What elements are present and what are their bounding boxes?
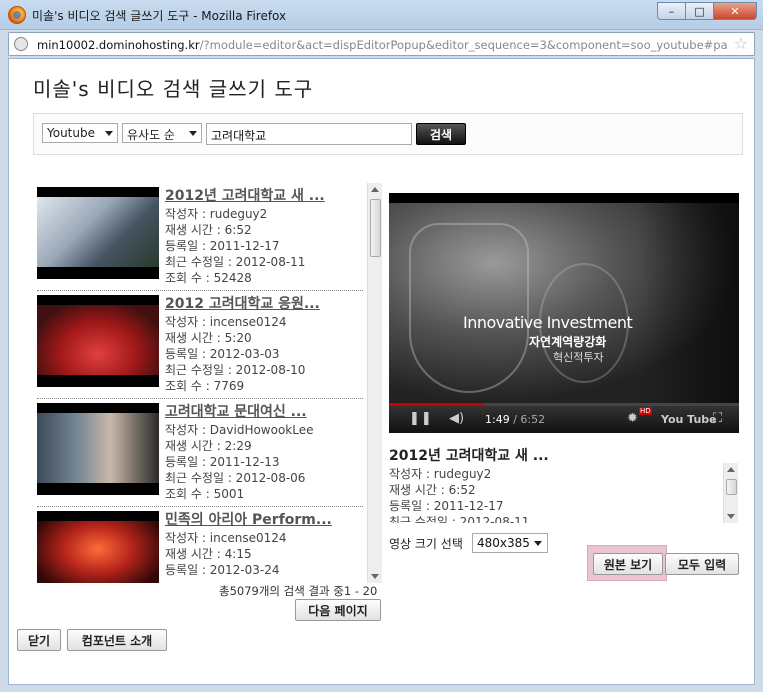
size-label: 영상 크기 선택 xyxy=(389,537,463,551)
result-item[interactable]: 고려대학교 문대여신 ... 작성자 : DavidHowookLee 재생 시… xyxy=(37,399,363,507)
results-list: 2012년 고려대학교 새 ... 작성자 : rudeguy2 재생 시간 :… xyxy=(33,183,375,583)
result-author: 작성자 : incense0124 xyxy=(165,315,287,329)
search-bar: Youtube 유사도 순 고려대학교 검색 xyxy=(33,113,743,155)
scroll-down-icon[interactable] xyxy=(727,514,735,519)
insert-all-button[interactable]: 모두 입력 xyxy=(665,553,739,575)
result-thumbnail[interactable] xyxy=(37,511,159,583)
minimize-button[interactable]: – xyxy=(657,2,685,20)
chevron-down-icon xyxy=(534,541,542,546)
video-overlay-line1: Innovative Investment xyxy=(463,313,633,332)
chevron-down-icon xyxy=(105,131,113,136)
globe-icon xyxy=(14,37,28,51)
address-text[interactable]: min10002.dominohosting.kr/?module=editor… xyxy=(37,38,727,52)
volume-icon[interactable]: ◀) xyxy=(449,411,464,426)
result-item[interactable]: 2012 고려대학교 응원... 작성자 : incense0124 재생 시간… xyxy=(37,291,363,399)
address-path: /?module=editor&act=dispEditorPopup&edit… xyxy=(199,38,727,52)
video-time-current: 1:49 xyxy=(485,413,510,426)
result-duration: 재생 시간 : 2:29 xyxy=(165,439,252,453)
preview-duration: 재생 시간 : 6:52 xyxy=(389,483,476,497)
result-item[interactable]: 2012년 고려대학교 새 ... 작성자 : rudeguy2 재생 시간 :… xyxy=(37,183,363,291)
close-window-button[interactable]: ✕ xyxy=(713,2,757,20)
result-uploaded: 등록일 : 2012-03-24 xyxy=(165,563,280,577)
result-title[interactable]: 2012 고려대학교 응원... xyxy=(165,293,320,313)
video-controls: ❚❚ ◀) 1:49 / 6:52 ✹ HD You Tube ⛶ xyxy=(389,406,739,433)
view-original-button[interactable]: 원본 보기 xyxy=(593,553,663,575)
results-scroll-thumb[interactable] xyxy=(370,199,381,257)
result-views: 조회 수 : 5001 xyxy=(165,487,245,501)
close-button[interactable]: 닫기 xyxy=(17,629,61,651)
result-author: 작성자 : incense0124 xyxy=(165,531,287,545)
hd-badge: HD xyxy=(639,407,652,415)
result-author: 작성자 : DavidHowookLee xyxy=(165,423,314,437)
address-bar[interactable]: min10002.dominohosting.kr/?module=editor… xyxy=(8,32,755,56)
gear-icon[interactable]: ✹ xyxy=(627,411,638,426)
preview-info: 2012년 고려대학교 새 ... 작성자 : rudeguy2 재생 시간 :… xyxy=(389,445,739,523)
page-title: 미솔's 비디오 검색 글쓰기 도구 xyxy=(33,77,314,101)
source-select-value: Youtube xyxy=(47,126,95,140)
pause-icon[interactable]: ❚❚ xyxy=(409,411,433,426)
preview-scroll-thumb[interactable] xyxy=(726,479,737,495)
window-titlebar: 미솔's 비디오 검색 글쓰기 도구 - Mozilla Firefox – □… xyxy=(0,0,763,30)
search-input[interactable]: 고려대학교 xyxy=(206,123,412,145)
window-controls: – □ ✕ xyxy=(657,2,757,20)
result-modified: 최근 수정일 : 2012-08-11 xyxy=(165,255,306,269)
preview-uploaded: 등록일 : 2011-12-17 xyxy=(389,499,504,513)
next-page-button[interactable]: 다음 페이지 xyxy=(295,599,381,621)
search-button[interactable]: 검색 xyxy=(416,123,466,145)
result-thumbnail[interactable] xyxy=(37,403,159,495)
preview-scrollbar[interactable] xyxy=(723,463,738,523)
address-domain: min10002.dominohosting.kr xyxy=(37,38,200,52)
source-select[interactable]: Youtube xyxy=(42,123,118,143)
video-overlay-line3: 혁신적투자 xyxy=(553,351,604,364)
preview-modified: 최근 수정일 : 2012-08-11 xyxy=(389,515,530,523)
video-time-total: / 6:52 xyxy=(509,413,546,426)
video-overlay-line2: 자연계역량강화 xyxy=(529,335,607,349)
sort-select-value: 유사도 순 xyxy=(127,128,175,142)
result-thumbnail[interactable] xyxy=(37,295,159,387)
preview-title: 2012년 고려대학교 새 ... xyxy=(389,448,549,464)
firefox-logo-icon xyxy=(8,6,26,24)
result-modified: 최근 수정일 : 2012-08-06 xyxy=(165,471,306,485)
result-modified: 최근 수정일 : 2012-08-10 xyxy=(165,363,306,377)
sort-select[interactable]: 유사도 순 xyxy=(122,123,202,143)
video-frame[interactable]: Innovative Investment 자연계역량강화 혁신적투자 xyxy=(389,203,739,403)
preview-author: 작성자 : rudeguy2 xyxy=(389,467,492,481)
video-player[interactable]: Innovative Investment 자연계역량강화 혁신적투자 ❚❚ ◀… xyxy=(389,193,739,433)
result-title[interactable]: 2012년 고려대학교 새 ... xyxy=(165,185,325,205)
scroll-up-icon[interactable] xyxy=(371,187,379,192)
video-time: 1:49 / 6:52 xyxy=(485,413,545,426)
result-count: 총5079개의 검색 결과 중1 - 20 xyxy=(219,584,378,598)
chevron-down-icon xyxy=(189,131,197,136)
maximize-button[interactable]: □ xyxy=(685,2,713,20)
result-duration: 재생 시간 : 6:52 xyxy=(165,223,252,237)
result-item[interactable]: 민족의 아리아 Perform... 작성자 : incense0124 재생 … xyxy=(37,507,363,583)
youtube-logo[interactable]: You Tube xyxy=(661,413,717,426)
size-select-value: 480x385 xyxy=(477,536,530,550)
bookmark-star-icon[interactable]: ☆ xyxy=(734,34,748,53)
fullscreen-icon[interactable]: ⛶ xyxy=(713,411,722,426)
result-duration: 재생 시간 : 4:15 xyxy=(165,547,252,561)
result-title[interactable]: 민족의 아리아 Perform... xyxy=(165,509,332,529)
results-scrollbar[interactable] xyxy=(367,183,382,583)
scroll-down-icon[interactable] xyxy=(371,574,379,579)
scroll-up-icon[interactable] xyxy=(727,467,735,472)
result-uploaded: 등록일 : 2012-03-03 xyxy=(165,347,280,361)
result-uploaded: 등록일 : 2011-12-13 xyxy=(165,455,280,469)
result-title[interactable]: 고려대학교 문대여신 ... xyxy=(165,401,307,421)
result-views: 조회 수 : 7769 xyxy=(165,379,245,393)
result-author: 작성자 : rudeguy2 xyxy=(165,207,268,221)
window-title: 미솔's 비디오 검색 글쓰기 도구 - Mozilla Firefox xyxy=(32,9,287,23)
size-select[interactable]: 480x385 xyxy=(472,533,548,553)
about-component-button[interactable]: 컴포넌트 소개 xyxy=(67,629,167,651)
result-duration: 재생 시간 : 5:20 xyxy=(165,331,252,345)
result-thumbnail[interactable] xyxy=(37,187,159,279)
result-views: 조회 수 : 52428 xyxy=(165,271,252,285)
popup-content: 미솔's 비디오 검색 글쓰기 도구 Youtube 유사도 순 고려대학교 검… xyxy=(8,58,755,685)
result-uploaded: 등록일 : 2011-12-17 xyxy=(165,239,280,253)
